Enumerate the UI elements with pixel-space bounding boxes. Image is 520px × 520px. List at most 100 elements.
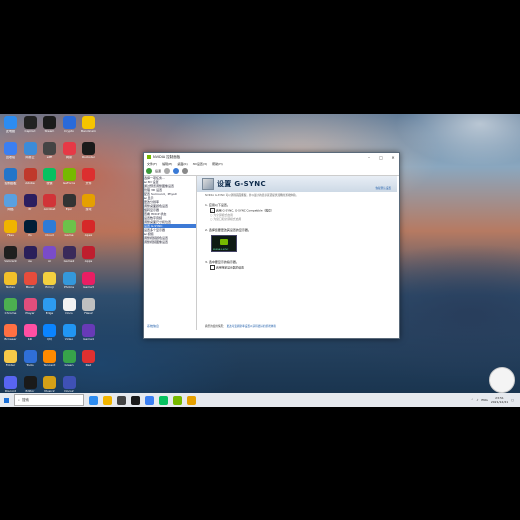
desktop-shortcut[interactable]: 微信: [41, 168, 58, 185]
refresh-button[interactable]: [182, 168, 189, 174]
desktop-shortcut[interactable]: 控制面板: [2, 168, 19, 185]
page-banner: 设置 G-SYNC 恢复默认设置: [197, 176, 397, 192]
desktop-shortcut[interactable]: Music2: [41, 376, 58, 393]
footer-link[interactable]: 更改可变刷新率设置以获得更好的游戏体验: [227, 325, 276, 328]
desktop-shortcut[interactable]: 网易: [61, 142, 78, 159]
desktop-shortcut[interactable]: Game3: [80, 272, 97, 289]
desktop-shortcut[interactable]: 网易云: [22, 142, 39, 159]
desktop-shortcut[interactable]: Apps: [80, 246, 97, 263]
minimize-button[interactable]: –: [363, 155, 375, 160]
desktop-shortcut[interactable]: CapCut: [22, 116, 39, 133]
desktop-shortcut[interactable]: Files: [2, 220, 19, 237]
desktop-shortcut[interactable]: Discord: [2, 376, 19, 393]
taskbar-app-icon[interactable]: [187, 395, 196, 405]
system-tray: ⌃ ♪ ENG 23:51 2021/12/21 ▢: [471, 396, 520, 404]
desktop-shortcut[interactable]: 网络: [2, 194, 19, 211]
speaker-icon[interactable]: ♪: [476, 398, 478, 402]
maximize-button[interactable]: □: [375, 155, 387, 160]
desktop-shortcut[interactable]: Valorant: [2, 246, 19, 263]
taskbar-app-icon[interactable]: [145, 395, 154, 405]
home-button[interactable]: [173, 168, 180, 174]
taskbar: ⌕ 搜索 ⌃ ♪ ENG 23:51 2021/12/21 ▢: [0, 393, 520, 407]
close-button[interactable]: ✕: [387, 155, 399, 160]
taskbar-app-icon[interactable]: [131, 395, 140, 405]
indicator-option[interactable]: 启用特定显示器的设置: [197, 264, 397, 270]
desktop-shortcut[interactable]: Cloud: [41, 220, 58, 237]
desktop-shortcut[interactable]: QQ: [41, 324, 58, 341]
title-bar[interactable]: NVIDIA 控制面板 – □ ✕: [144, 153, 399, 161]
menu-file[interactable]: 文件(F): [147, 162, 157, 166]
desktop-shortcut[interactable]: Red: [80, 350, 97, 367]
menu-3d-settings[interactable]: 3D设置(3): [193, 162, 207, 166]
desktop-shortcut[interactable]: Apex: [80, 220, 97, 237]
app-icon: [43, 350, 56, 363]
desktop-shortcut[interactable]: Rockstar: [80, 142, 97, 159]
indicator-checkbox[interactable]: [210, 264, 215, 270]
taskbar-app-icon[interactable]: [103, 395, 112, 405]
desktop-shortcut[interactable]: Tencent: [41, 350, 58, 367]
desktop-shortcut[interactable]: Steam: [41, 116, 58, 133]
menu-help[interactable]: 帮助(H): [212, 162, 223, 166]
desktop-shortcut[interactable]: Pr: [22, 194, 39, 211]
desktop-shortcut[interactable]: Adobe: [22, 168, 39, 185]
tray-language[interactable]: ENG: [481, 398, 487, 402]
desktop-shortcut[interactable]: Folder: [2, 350, 19, 367]
desktop-shortcut[interactable]: Files2: [80, 298, 97, 315]
desktop-shortcut[interactable]: Docs: [61, 298, 78, 315]
desktop-shortcut[interactable]: Game4: [80, 324, 97, 341]
notification-icon[interactable]: ▢: [511, 398, 514, 402]
chevron-up-icon[interactable]: ⌃: [471, 398, 474, 402]
desktop-shortcut[interactable]: Ps: [22, 220, 39, 237]
desktop-shortcut[interactable]: Docs2: [61, 376, 78, 393]
shortcut-label: Apex: [84, 234, 93, 237]
desktop-shortcut[interactable]: Green: [61, 350, 78, 367]
desktop-shortcut[interactable]: Player: [22, 298, 39, 315]
shortcut-label: ePE: [46, 156, 53, 159]
system-info-link[interactable]: 系统信息: [147, 324, 159, 328]
menu-edit[interactable]: 编辑(E): [162, 162, 172, 166]
shortcut-label: Ps: [28, 234, 32, 237]
desktop-shortcut[interactable]: Bandicam: [80, 116, 97, 133]
desktop-shortcut[interactable]: ePE: [41, 142, 58, 159]
desktop-shortcut[interactable]: bili: [22, 324, 39, 341]
desktop-shortcut[interactable]: Epic: [61, 194, 78, 211]
desktop-shortcut[interactable]: Ai: [41, 246, 58, 263]
desktop-shortcut[interactable]: Crypto: [61, 116, 78, 133]
back-button[interactable]: [146, 168, 152, 174]
desktop-shortcut[interactable]: Editor: [22, 376, 39, 393]
desktop-shortcut[interactable]: Acrobat: [41, 194, 58, 211]
desktop-shortcut[interactable]: 回收站: [2, 142, 19, 159]
desktop-shortcut[interactable]: Music: [22, 272, 39, 289]
desktop-shortcut[interactable]: 游戏: [80, 194, 97, 211]
display-thumbnail[interactable]: NVIDIA G-SYNC: [211, 234, 237, 252]
desktop-shortcut[interactable]: 文件: [80, 168, 97, 185]
sidebar-task-item[interactable]: 调整视频图像设置: [144, 240, 196, 244]
taskbar-app-icon[interactable]: [117, 395, 126, 405]
desktop-shortcut[interactable]: Browser: [2, 324, 19, 341]
desktop-shortcut[interactable]: Edge: [41, 298, 58, 315]
desktop-shortcut[interactable]: Notes: [2, 272, 19, 289]
taskbar-app-icon[interactable]: [173, 395, 182, 405]
desktop-mascot-widget[interactable]: [489, 367, 515, 393]
restore-defaults-link[interactable]: 恢复默认设置: [375, 186, 391, 190]
desktop-shortcut[interactable]: 此电脑: [2, 116, 19, 133]
desktop-shortcut[interactable]: GeForce: [61, 168, 78, 185]
taskbar-app-icon[interactable]: [89, 395, 98, 405]
windowed-fullscreen-option[interactable]: ○ 为窗口和全屏模式启用: [197, 217, 397, 221]
desktop-shortcut[interactable]: Game2: [61, 246, 78, 263]
desktop-shortcut[interactable]: Photos: [61, 272, 78, 289]
menu-desktop[interactable]: 桌面(K): [177, 162, 187, 166]
app-icon: [43, 220, 56, 233]
desktop-shortcut[interactable]: Ae: [22, 246, 39, 263]
desktop-shortcut[interactable]: Emoji: [41, 272, 58, 289]
window-title: NVIDIA 控制面板: [153, 154, 181, 159]
taskbar-clock[interactable]: 23:51 2021/12/21: [491, 396, 508, 404]
taskbar-app-icon[interactable]: [159, 395, 168, 405]
start-button[interactable]: [0, 393, 12, 407]
desktop-shortcut[interactable]: Tools: [22, 350, 39, 367]
desktop-shortcut[interactable]: Chrome: [2, 298, 19, 315]
forward-button[interactable]: [164, 168, 171, 174]
taskbar-search[interactable]: ⌕ 搜索: [14, 394, 84, 406]
desktop-shortcut[interactable]: Game: [61, 220, 78, 237]
desktop-shortcut[interactable]: Video: [61, 324, 78, 341]
